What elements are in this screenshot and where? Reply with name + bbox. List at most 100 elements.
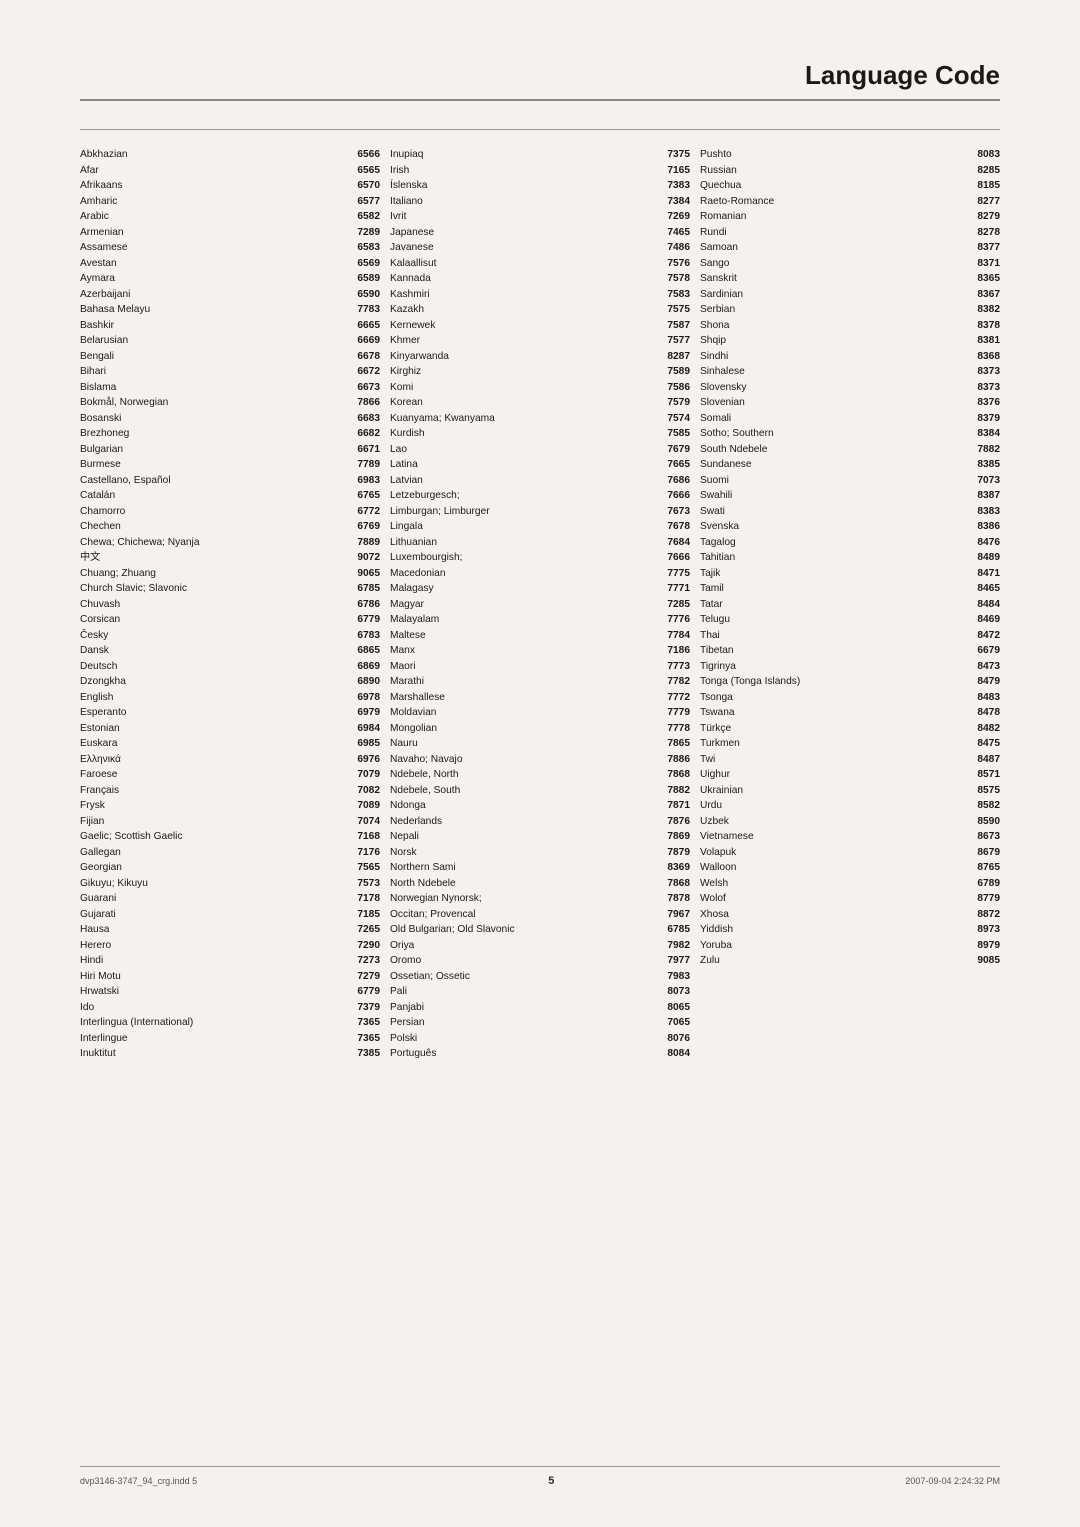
language-code: 6869 xyxy=(357,661,380,672)
language-code: 6589 xyxy=(357,273,380,284)
language-name: Estonian xyxy=(80,722,351,736)
language-code: 8379 xyxy=(977,413,1000,424)
list-item: Chuvash6786 xyxy=(80,598,380,612)
language-code: 7889 xyxy=(357,537,380,548)
language-name: Inupiaq xyxy=(390,148,661,162)
list-item: Raeto-Romance8277 xyxy=(700,195,1000,209)
language-name: Russian xyxy=(700,164,971,178)
language-name: Maori xyxy=(390,660,661,674)
list-item: Français7082 xyxy=(80,784,380,798)
language-code: 8287 xyxy=(667,351,690,362)
language-name: Navaho; Navajo xyxy=(390,753,661,767)
language-code: 6779 xyxy=(357,986,380,997)
language-code: 7882 xyxy=(667,785,690,796)
list-item: Quechua8185 xyxy=(700,179,1000,193)
language-code: 6669 xyxy=(357,335,380,346)
language-name: Inuktitut xyxy=(80,1047,351,1061)
language-name: Interlingua (International) xyxy=(80,1016,351,1030)
language-code: 6569 xyxy=(357,258,380,269)
language-name: Português xyxy=(390,1047,661,1061)
list-item: 中文9072 xyxy=(80,551,380,565)
language-name: Tamil xyxy=(700,582,971,596)
language-name: Sinhalese xyxy=(700,365,971,379)
language-name: Xhosa xyxy=(700,908,971,922)
list-item: Javanese7486 xyxy=(390,241,690,255)
language-name: Macedonian xyxy=(390,567,661,581)
language-name: Chuang; Zhuang xyxy=(80,567,351,581)
language-name: Tigrinya xyxy=(700,660,971,674)
list-item: Sanskrit8365 xyxy=(700,272,1000,286)
language-code: 6765 xyxy=(357,490,380,501)
language-code: 7789 xyxy=(357,459,380,470)
language-name: Burmese xyxy=(80,458,351,472)
language-code: 7585 xyxy=(667,428,690,439)
language-code: 7983 xyxy=(667,971,690,982)
language-code: 7279 xyxy=(357,971,380,982)
list-item: Kirghiz7589 xyxy=(390,365,690,379)
language-name: Georgian xyxy=(80,861,351,875)
language-code: 7673 xyxy=(667,506,690,517)
language-name: Wolof xyxy=(700,892,971,906)
language-name: Kinyarwanda xyxy=(390,350,661,364)
list-item: Kazakh7575 xyxy=(390,303,690,317)
language-name: Chechen xyxy=(80,520,351,534)
language-name: Quechua xyxy=(700,179,971,193)
list-item: Georgian 7565 xyxy=(80,861,380,875)
list-item: Sundanese8385 xyxy=(700,458,1000,472)
language-name: Bulgarian xyxy=(80,443,351,457)
list-item: Azerbaijani 6590 xyxy=(80,288,380,302)
list-item: Afar6565 xyxy=(80,164,380,178)
language-name: Urdu xyxy=(700,799,971,813)
language-name: Tibetan xyxy=(700,644,971,658)
list-item: Northern Sami8369 xyxy=(390,861,690,875)
language-code: 9072 xyxy=(357,552,380,563)
language-name: Hrwatski xyxy=(80,985,351,999)
language-name: Tswana xyxy=(700,706,971,720)
language-name: Ndonga xyxy=(390,799,661,813)
language-code: 8575 xyxy=(977,785,1000,796)
list-item: Aymara6589 xyxy=(80,272,380,286)
list-item: Khmer7577 xyxy=(390,334,690,348)
language-code: 7576 xyxy=(667,258,690,269)
list-item: Íslenska7383 xyxy=(390,179,690,193)
language-code: 7772 xyxy=(667,692,690,703)
language-code: 8475 xyxy=(977,738,1000,749)
page-title: Language Code xyxy=(805,60,1000,90)
language-name: Tonga (Tonga Islands) xyxy=(700,675,971,689)
language-code: 7866 xyxy=(357,397,380,408)
language-code: 8479 xyxy=(977,676,1000,687)
language-name: Javanese xyxy=(390,241,661,255)
language-code: 8590 xyxy=(977,816,1000,827)
language-name: Malayalam xyxy=(390,613,661,627)
language-name: Azerbaijani xyxy=(80,288,351,302)
language-code: 7665 xyxy=(667,459,690,470)
language-code: 8373 xyxy=(977,366,1000,377)
language-code: 7666 xyxy=(667,552,690,563)
list-item: Hrwatski 6779 xyxy=(80,985,380,999)
language-code: 7565 xyxy=(357,862,380,873)
list-item: Assamese6583 xyxy=(80,241,380,255)
language-code: 7265 xyxy=(357,924,380,935)
language-code: 7865 xyxy=(667,738,690,749)
footer-date: 2007-09-04 2:24:32 PM xyxy=(905,1476,1000,1486)
list-item: Tahitian8489 xyxy=(700,551,1000,565)
list-item: Inuktitut7385 xyxy=(80,1047,380,1061)
list-item: Kinyarwanda 8287 xyxy=(390,350,690,364)
language-name: Uzbek xyxy=(700,815,971,829)
language-name: Letzeburgesch; xyxy=(390,489,661,503)
language-name: Bosanski xyxy=(80,412,351,426)
page-number: 5 xyxy=(548,1475,554,1487)
list-item: Burmese 7789 xyxy=(80,458,380,472)
list-item: Amharic6577 xyxy=(80,195,380,209)
list-item: Swahili8387 xyxy=(700,489,1000,503)
language-name: South Ndebele xyxy=(700,443,971,457)
list-item: Bislama6673 xyxy=(80,381,380,395)
language-code: 6590 xyxy=(357,289,380,300)
language-code: 7982 xyxy=(667,940,690,951)
language-code: 8469 xyxy=(977,614,1000,625)
list-item: Old Bulgarian; Old Slavonic6785 xyxy=(390,923,690,937)
language-code: 7771 xyxy=(667,583,690,594)
list-item: Fijian7074 xyxy=(80,815,380,829)
list-item: Limburgan; Limburger7673 xyxy=(390,505,690,519)
language-code: 7967 xyxy=(667,909,690,920)
